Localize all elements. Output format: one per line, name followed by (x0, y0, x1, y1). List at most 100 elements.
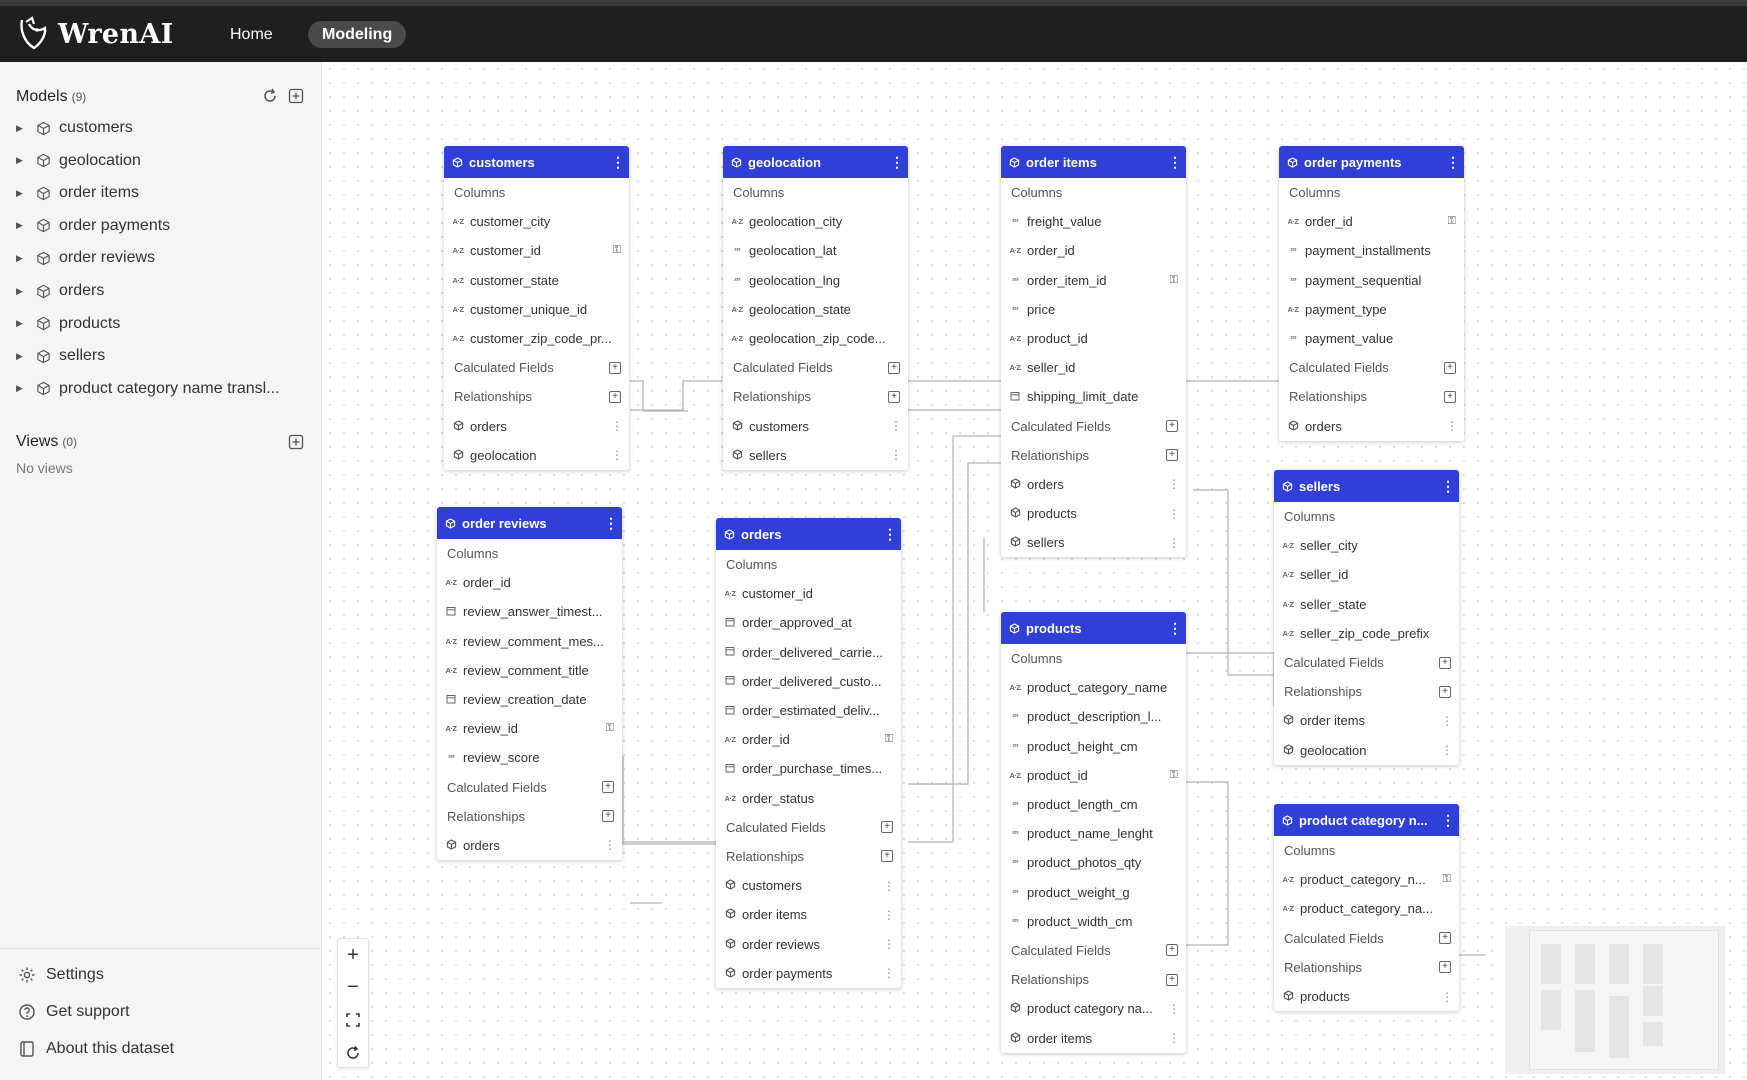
relationship-row[interactable]: orders ⋮ (437, 831, 622, 860)
node-header[interactable]: order payments ⋮ (1279, 146, 1464, 178)
add-calculated-field-icon[interactable]: + (881, 821, 893, 834)
node-header[interactable]: order reviews ⋮ (437, 507, 622, 539)
node-header[interactable]: order items ⋮ (1001, 146, 1186, 178)
relationship-row[interactable]: products ⋮ (1274, 982, 1459, 1011)
column-row[interactable]: A·Z geolocation_zip_code... (723, 324, 908, 353)
sidebar-model-item[interactable]: ▶ orders (16, 277, 104, 305)
column-row[interactable]: A·Z order_id (437, 568, 622, 597)
column-row[interactable]: ¹²³ product_description_l... (1001, 702, 1186, 731)
column-row[interactable]: A·Z customer_state (444, 266, 629, 295)
refresh-icon[interactable] (262, 88, 278, 104)
more-vertical-icon[interactable]: ⋮ (1168, 536, 1180, 550)
caret-right-icon[interactable]: ▶ (16, 220, 28, 231)
column-row[interactable]: ¹²³ geolocation_lat (723, 236, 908, 265)
modeling-canvas[interactable]: customers ⋮ Columns A·Z customer_city A·Z cust… (323, 62, 1747, 1080)
zoom-in-icon[interactable]: + (338, 939, 368, 972)
more-vertical-icon[interactable]: ⋮ (890, 419, 902, 433)
column-row[interactable]: A·Z customer_id (716, 579, 901, 608)
column-row[interactable]: ¹²³ product_photos_qty (1001, 848, 1186, 877)
column-row[interactable]: A·Z seller_zip_code_prefix (1274, 619, 1459, 648)
relationship-row[interactable]: orders ⋮ (1001, 470, 1186, 499)
more-vertical-icon[interactable]: ⋮ (611, 448, 623, 462)
column-row[interactable]: A·Z geolocation_state (723, 295, 908, 324)
column-row[interactable]: A·Z seller_id (1001, 353, 1186, 382)
more-vertical-icon[interactable]: ⋮ (883, 879, 895, 893)
sidebar-model-item[interactable]: ▶ order payments (16, 212, 170, 240)
add-calculated-field-icon[interactable]: + (1444, 361, 1456, 374)
column-row[interactable]: review_answer_timest... (437, 597, 622, 626)
column-row[interactable]: order_approved_at (716, 608, 901, 637)
column-row[interactable]: A·Z order_id ⚿ (1279, 207, 1464, 236)
column-row[interactable]: A·Z order_id (1001, 236, 1186, 265)
column-row[interactable]: A·Z review_comment_title (437, 656, 622, 685)
relationship-row[interactable]: order items ⋮ (716, 900, 901, 929)
more-vertical-icon[interactable]: ⋮ (604, 515, 618, 532)
more-vertical-icon[interactable]: ⋮ (611, 154, 625, 171)
column-row[interactable]: A·Z order_status (716, 784, 901, 813)
model-node[interactable]: order items ⋮ Columns ¹²³ freight_value A·Z or… (1001, 146, 1186, 558)
relationship-row[interactable]: geolocation ⋮ (1274, 736, 1459, 765)
column-row[interactable]: order_delivered_custo... (716, 667, 901, 696)
column-row[interactable]: A·Z customer_unique_id (444, 295, 629, 324)
node-header[interactable]: products ⋮ (1001, 612, 1186, 644)
add-relationship-icon[interactable]: + (1444, 390, 1456, 403)
more-vertical-icon[interactable]: ⋮ (1446, 154, 1460, 171)
add-calculated-field-icon[interactable]: + (1166, 420, 1178, 433)
nav-home[interactable]: Home (216, 21, 287, 48)
relationship-row[interactable]: order reviews ⋮ (716, 929, 901, 958)
model-node[interactable]: sellers ⋮ Columns A·Z seller_city A·Z seller_i… (1274, 470, 1459, 765)
more-vertical-icon[interactable]: ⋮ (1168, 1002, 1180, 1016)
add-view-icon[interactable] (288, 434, 304, 450)
relationship-row[interactable]: sellers ⋮ (1001, 528, 1186, 557)
sidebar-model-item[interactable]: ▶ order reviews (16, 244, 155, 272)
add-calculated-field-icon[interactable]: + (602, 781, 614, 794)
column-row[interactable]: A·Z seller_id (1274, 560, 1459, 589)
add-calculated-field-icon[interactable]: + (609, 361, 621, 374)
column-row[interactable]: A·Z geolocation_city (723, 207, 908, 236)
more-vertical-icon[interactable]: ⋮ (611, 419, 623, 433)
sidebar-model-item[interactable]: ▶ sellers (16, 342, 105, 370)
more-vertical-icon[interactable]: ⋮ (1168, 1031, 1180, 1045)
add-relationship-icon[interactable]: + (881, 850, 893, 863)
sidebar-model-item[interactable]: ▶ geolocation (16, 147, 141, 175)
model-node[interactable]: product category n... ⋮ Columns A·Z product_… (1274, 804, 1459, 1012)
more-vertical-icon[interactable]: ⋮ (1168, 154, 1182, 171)
column-row[interactable]: A·Z product_category_n... ⚿ (1274, 865, 1459, 894)
add-relationship-icon[interactable]: + (1439, 685, 1451, 698)
more-vertical-icon[interactable]: ⋮ (883, 908, 895, 922)
relationship-row[interactable]: product category na... ⋮ (1001, 994, 1186, 1023)
more-vertical-icon[interactable]: ⋮ (604, 838, 616, 852)
relationship-row[interactable]: geolocation ⋮ (444, 441, 629, 470)
add-calculated-field-icon[interactable]: + (1166, 944, 1178, 957)
column-row[interactable]: A·Z seller_city (1274, 531, 1459, 560)
column-row[interactable]: A·Z product_id ⚿ (1001, 761, 1186, 790)
node-header[interactable]: sellers ⋮ (1274, 470, 1459, 502)
add-relationship-icon[interactable]: + (602, 810, 614, 823)
get-support-link[interactable]: Get support (18, 999, 130, 1025)
model-node[interactable]: customers ⋮ Columns A·Z customer_city A·Z cust… (444, 146, 629, 470)
more-vertical-icon[interactable]: ⋮ (883, 966, 895, 980)
add-relationship-icon[interactable]: + (1166, 449, 1178, 462)
add-model-icon[interactable] (288, 88, 304, 104)
fit-view-icon[interactable] (338, 1004, 368, 1037)
relationship-row[interactable]: orders ⋮ (444, 412, 629, 441)
caret-right-icon[interactable]: ▶ (16, 123, 28, 134)
minimap-viewport[interactable] (1529, 930, 1719, 1070)
relationship-row[interactable]: customers ⋮ (716, 871, 901, 900)
more-vertical-icon[interactable]: ⋮ (1441, 478, 1455, 495)
column-row[interactable]: A·Z product_category_name (1001, 673, 1186, 702)
more-vertical-icon[interactable]: ⋮ (1441, 990, 1453, 1004)
node-header[interactable]: geolocation ⋮ (723, 146, 908, 178)
node-header[interactable]: orders ⋮ (716, 518, 901, 550)
column-row[interactable]: order_delivered_carrie... (716, 638, 901, 667)
column-row[interactable]: A·Z seller_state (1274, 590, 1459, 619)
relationship-row[interactable]: orders ⋮ (1279, 412, 1464, 441)
column-row[interactable]: shipping_limit_date (1001, 382, 1186, 411)
add-calculated-field-icon[interactable]: + (888, 361, 900, 374)
add-calculated-field-icon[interactable]: + (1439, 656, 1451, 669)
model-node[interactable]: orders ⋮ Columns A·Z customer_id order_approv… (716, 518, 901, 988)
add-relationship-icon[interactable]: + (609, 390, 621, 403)
more-vertical-icon[interactable]: ⋮ (883, 526, 897, 543)
more-vertical-icon[interactable]: ⋮ (890, 154, 904, 171)
add-relationship-icon[interactable]: + (888, 390, 900, 403)
